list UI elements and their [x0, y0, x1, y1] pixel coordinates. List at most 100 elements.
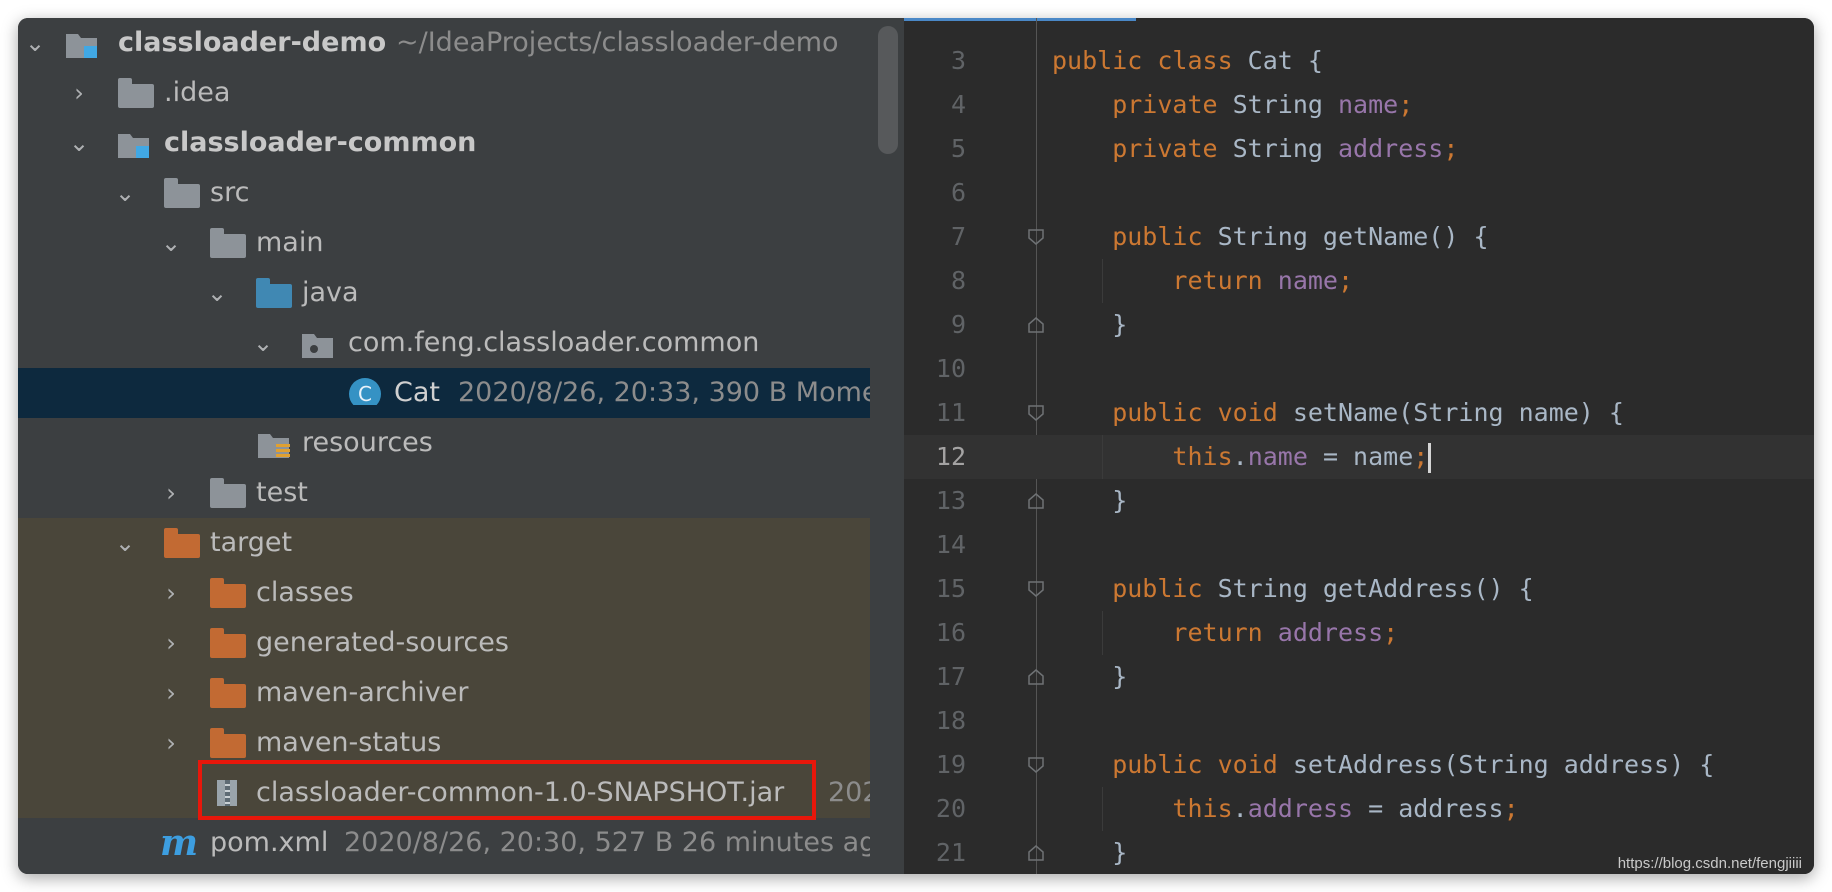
code-line[interactable]: 6: [904, 171, 1814, 215]
tree-node-java[interactable]: ⌄ java: [18, 268, 870, 318]
chevron-right-icon[interactable]: ›: [64, 68, 94, 118]
module-icon: [66, 34, 97, 58]
code-line[interactable]: 14: [904, 523, 1814, 567]
line-number[interactable]: 4: [904, 83, 966, 127]
line-number[interactable]: 18: [904, 699, 966, 743]
fold-marker-icon[interactable]: [1028, 229, 1044, 245]
line-number[interactable]: 7: [904, 215, 966, 259]
code-line[interactable]: 4 private String name;: [904, 83, 1814, 127]
line-number[interactable]: 9: [904, 303, 966, 347]
code-text[interactable]: public String getName() {: [1052, 215, 1489, 259]
fold-marker-icon[interactable]: [1028, 493, 1044, 509]
code-line[interactable]: 12 this.name = name;: [904, 435, 1814, 479]
chevron-down-icon[interactable]: ⌄: [20, 18, 50, 68]
code-line[interactable]: 3 public class Cat {: [904, 39, 1814, 83]
line-number[interactable]: 3: [904, 39, 966, 83]
cat-name: Cat: [394, 377, 440, 408]
code-text[interactable]: return name;: [1052, 259, 1353, 303]
fold-marker-icon[interactable]: [1028, 581, 1044, 597]
code-text[interactable]: this.name = name;: [1052, 435, 1432, 479]
code-line[interactable]: 19 public void setAddress(String address…: [904, 743, 1814, 787]
chevron-right-icon[interactable]: ›: [156, 468, 186, 518]
fold-marker-icon[interactable]: [1028, 845, 1044, 861]
chevron-down-icon[interactable]: ⌄: [110, 518, 140, 568]
tree-node-resources[interactable]: resources: [18, 418, 870, 468]
line-number[interactable]: 8: [904, 259, 966, 303]
line-number[interactable]: 20: [904, 787, 966, 831]
tree-node-maven-status[interactable]: › maven-status: [18, 718, 870, 768]
code-line[interactable]: 20 this.address = address;: [904, 787, 1814, 831]
tree-node-root[interactable]: ⌄ classloader-demo ~/IdeaProjects/classl…: [18, 18, 870, 68]
code-line[interactable]: 17 }: [904, 655, 1814, 699]
code-line[interactable]: 5 private String address;: [904, 127, 1814, 171]
code-line[interactable]: 7 public String getName() {: [904, 215, 1814, 259]
code-token: }: [1052, 662, 1128, 691]
code-line[interactable]: 13 }: [904, 479, 1814, 523]
code-editor[interactable]: 3 public class Cat {4 private String name…: [904, 18, 1814, 874]
chevron-right-icon[interactable]: ›: [156, 718, 186, 768]
line-number[interactable]: 19: [904, 743, 966, 787]
line-number[interactable]: 16: [904, 611, 966, 655]
chevron-right-icon[interactable]: ›: [156, 668, 186, 718]
code-text[interactable]: }: [1052, 831, 1127, 874]
line-number[interactable]: 12: [904, 435, 966, 479]
code-line[interactable]: 18: [904, 699, 1814, 743]
line-number[interactable]: 14: [904, 523, 966, 567]
code-line[interactable]: 16 return address;: [904, 611, 1814, 655]
tree-node-cat[interactable]: C Cat 2020/8/26, 20:33, 390 B Mome: [18, 368, 870, 418]
code-line[interactable]: 15 public String getAddress() {: [904, 567, 1814, 611]
tree-node-src[interactable]: ⌄ src: [18, 168, 870, 218]
fold-marker-icon[interactable]: [1028, 757, 1044, 773]
code-text[interactable]: public void setName(String name) {: [1052, 391, 1624, 435]
code-line[interactable]: 10: [904, 347, 1814, 391]
code-line[interactable]: 8 return name;: [904, 259, 1814, 303]
line-number[interactable]: 6: [904, 171, 966, 215]
fold-marker-icon[interactable]: [1028, 669, 1044, 685]
tree-node-package[interactable]: ⌄ com.feng.classloader.common: [18, 318, 870, 368]
code-text[interactable]: public class Cat {: [1052, 39, 1323, 83]
tree-node-maven-archiver[interactable]: › maven-archiver: [18, 668, 870, 718]
chevron-down-icon[interactable]: ⌄: [202, 268, 232, 318]
tree-node-module[interactable]: ⌄ classloader-common: [18, 118, 870, 168]
line-number[interactable]: 10: [904, 347, 966, 391]
tree-scrollbar[interactable]: [870, 18, 904, 874]
code-text[interactable]: private String name;: [1052, 83, 1413, 127]
code-token: }: [1052, 310, 1128, 339]
code-text[interactable]: public void setAddress(String address) {: [1052, 743, 1714, 787]
code-text[interactable]: return address;: [1052, 611, 1398, 655]
tree-node-test[interactable]: › test: [18, 468, 870, 518]
tree-node-main[interactable]: ⌄ main: [18, 218, 870, 268]
code-text[interactable]: }: [1052, 655, 1127, 699]
chevron-down-icon[interactable]: ⌄: [110, 168, 140, 218]
line-number[interactable]: 15: [904, 567, 966, 611]
line-number[interactable]: 11: [904, 391, 966, 435]
line-number[interactable]: 13: [904, 479, 966, 523]
code-text[interactable]: }: [1052, 303, 1127, 347]
excluded-folder-icon: [210, 678, 246, 708]
tree-node-generated-sources[interactable]: › generated-sources: [18, 618, 870, 668]
line-number[interactable]: 21: [904, 831, 966, 874]
code-text[interactable]: }: [1052, 479, 1127, 523]
code-token: String getName() {: [1217, 222, 1489, 251]
chevron-right-icon[interactable]: ›: [156, 568, 186, 618]
code-text[interactable]: public String getAddress() {: [1052, 567, 1533, 611]
line-number[interactable]: 17: [904, 655, 966, 699]
chevron-down-icon[interactable]: ⌄: [248, 318, 278, 368]
fold-marker-icon[interactable]: [1028, 317, 1044, 333]
chevron-down-icon[interactable]: ⌄: [156, 218, 186, 268]
code-line[interactable]: 11 public void setName(String name) {: [904, 391, 1814, 435]
code-text[interactable]: this.address = address;: [1052, 787, 1518, 831]
code-line[interactable]: 9 }: [904, 303, 1814, 347]
tree-node-idea[interactable]: › .idea: [18, 68, 870, 118]
code-text[interactable]: private String address;: [1052, 127, 1458, 171]
code-token: name: [1247, 442, 1308, 471]
tree-node-pom[interactable]: m pom.xml 2020/8/26, 20:30, 527 B 26 min…: [18, 818, 870, 868]
chevron-right-icon[interactable]: ›: [156, 618, 186, 668]
fold-marker-icon[interactable]: [1028, 405, 1044, 421]
line-number[interactable]: 5: [904, 127, 966, 171]
tree-node-target[interactable]: ⌄ target: [18, 518, 870, 568]
tree-node-classes[interactable]: › classes: [18, 568, 870, 618]
scrollbar-thumb[interactable]: [878, 26, 898, 154]
tree-node-jar[interactable]: classloader-common-1.0-SNAPSHOT.jar 202: [18, 768, 870, 818]
chevron-down-icon[interactable]: ⌄: [64, 118, 94, 168]
